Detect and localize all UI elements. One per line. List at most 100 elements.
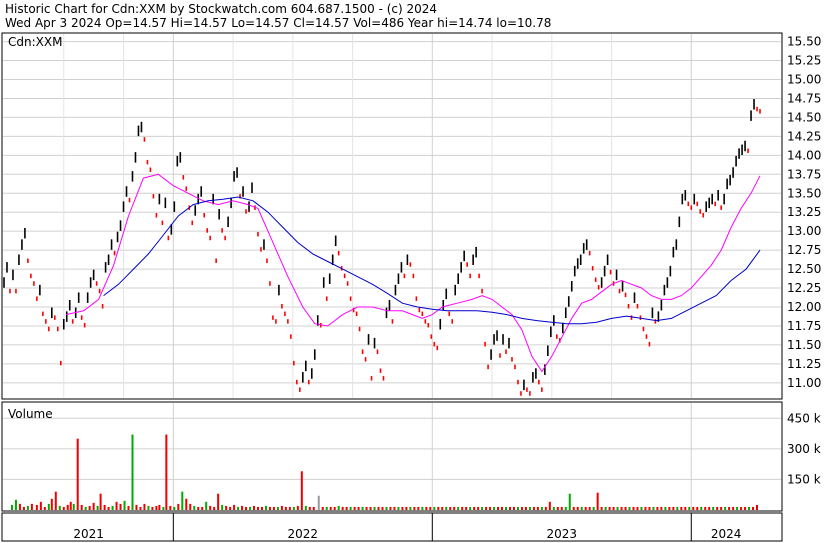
volume-bar	[576, 506, 579, 510]
volume-bar	[604, 506, 607, 510]
volume-bar	[321, 506, 324, 510]
volume-bar	[349, 506, 352, 510]
volume-bar	[640, 506, 643, 510]
volume-bar	[162, 506, 165, 510]
volume-bar	[131, 434, 134, 510]
volume-bar	[592, 506, 595, 510]
volume-bar	[692, 506, 695, 510]
volume-bar	[253, 505, 256, 510]
volume-axis: 450 k 300 k 150 k	[787, 411, 821, 486]
volume-bar	[608, 506, 611, 510]
header-line2: Wed Apr 3 2024 Op=14.57 Hi=14.57 Lo=14.5…	[5, 16, 551, 30]
volume-bar	[357, 506, 360, 510]
volume-bar	[421, 506, 424, 510]
volume-bar	[249, 506, 252, 510]
volume-bar	[485, 506, 488, 510]
volume-bar	[173, 506, 176, 510]
volume-bar	[501, 506, 504, 510]
price-tick-label: 14.50	[787, 110, 821, 124]
volume-bar	[229, 506, 232, 510]
volume-bar	[728, 506, 731, 510]
price-tick-label: 13.50	[787, 186, 821, 200]
volume-bar	[139, 506, 142, 510]
volume-bar	[405, 506, 408, 510]
volume-bar	[333, 506, 336, 510]
volume-bar	[143, 503, 146, 510]
volume-bar	[469, 506, 472, 510]
volume-bar	[312, 506, 315, 510]
volume-bar	[201, 506, 204, 510]
volume-bar	[477, 506, 480, 510]
volume-bar	[35, 504, 38, 510]
volume-bar	[213, 506, 216, 510]
volume-bar	[528, 506, 531, 510]
volume-bar	[700, 506, 703, 510]
volume-bar	[225, 505, 228, 510]
volume-bar	[580, 506, 583, 510]
price-tick-label: 11.00	[787, 376, 821, 390]
volume-bar	[165, 434, 168, 510]
year-label: 2021	[73, 527, 104, 541]
volume-bar	[708, 506, 711, 510]
volume-bar	[441, 506, 444, 510]
volume-bar	[397, 506, 400, 510]
volume-bar	[704, 506, 707, 510]
volume-bar	[62, 506, 65, 510]
price-tick-label: 12.50	[787, 262, 821, 276]
volume-bar	[624, 506, 627, 510]
price-tick-label: 15.25	[787, 54, 821, 68]
volume-bar	[437, 506, 440, 510]
volume-bar	[177, 503, 180, 510]
price-tick-label: 13.75	[787, 167, 821, 181]
volume-bar	[508, 506, 511, 510]
volume-bar	[10, 504, 13, 510]
volume-bar	[272, 506, 275, 510]
volume-bar	[600, 506, 603, 510]
volume-bar	[197, 506, 200, 510]
volume-bar	[181, 491, 184, 510]
volume-bar	[292, 506, 295, 510]
volume-bar	[716, 506, 719, 510]
volume-bar	[564, 506, 567, 510]
volume-bar	[712, 506, 715, 510]
volume-bar	[453, 506, 456, 510]
volume-bar	[189, 503, 192, 510]
volume-bar	[325, 506, 328, 510]
volume-bar	[544, 506, 547, 510]
volume-bar	[18, 503, 21, 510]
volume-bar	[245, 506, 248, 510]
volume-bar	[158, 504, 161, 510]
stockwatch-chart: Historic Chart for Cdn:XXM by Stockwatch…	[0, 0, 830, 543]
volume-bar	[80, 504, 83, 510]
volume-bar	[389, 506, 392, 510]
volume-bar	[304, 505, 307, 510]
volume-bar	[22, 506, 25, 510]
price-panel-title: Cdn:XXM	[8, 35, 62, 49]
volume-bar	[481, 506, 484, 510]
volume-bar	[680, 506, 683, 510]
volume-bar	[209, 505, 212, 510]
volume-bar	[373, 506, 376, 510]
volume-bar	[268, 506, 271, 510]
volume-bar	[540, 506, 543, 510]
price-tick-label: 11.50	[787, 338, 821, 352]
volume-bar	[524, 506, 527, 510]
volume-bar	[656, 506, 659, 510]
volume-bar	[205, 501, 208, 510]
price-tick-label: 13.00	[787, 224, 821, 238]
volume-bar	[284, 506, 287, 510]
volume-bar	[588, 506, 591, 510]
volume-bar	[119, 503, 122, 510]
volume-bar	[652, 506, 655, 510]
volume-tick-label: 300 k	[787, 442, 821, 456]
volume-bar	[66, 504, 69, 510]
volume-bar	[512, 506, 515, 510]
volume-bar	[417, 506, 420, 510]
volume-bar	[473, 506, 476, 510]
volume-bar	[233, 504, 236, 510]
volume-bar	[76, 438, 79, 510]
volume-bar	[548, 501, 551, 510]
volume-bar	[276, 506, 279, 510]
volume-bar	[752, 506, 755, 510]
volume-bar	[636, 506, 639, 510]
